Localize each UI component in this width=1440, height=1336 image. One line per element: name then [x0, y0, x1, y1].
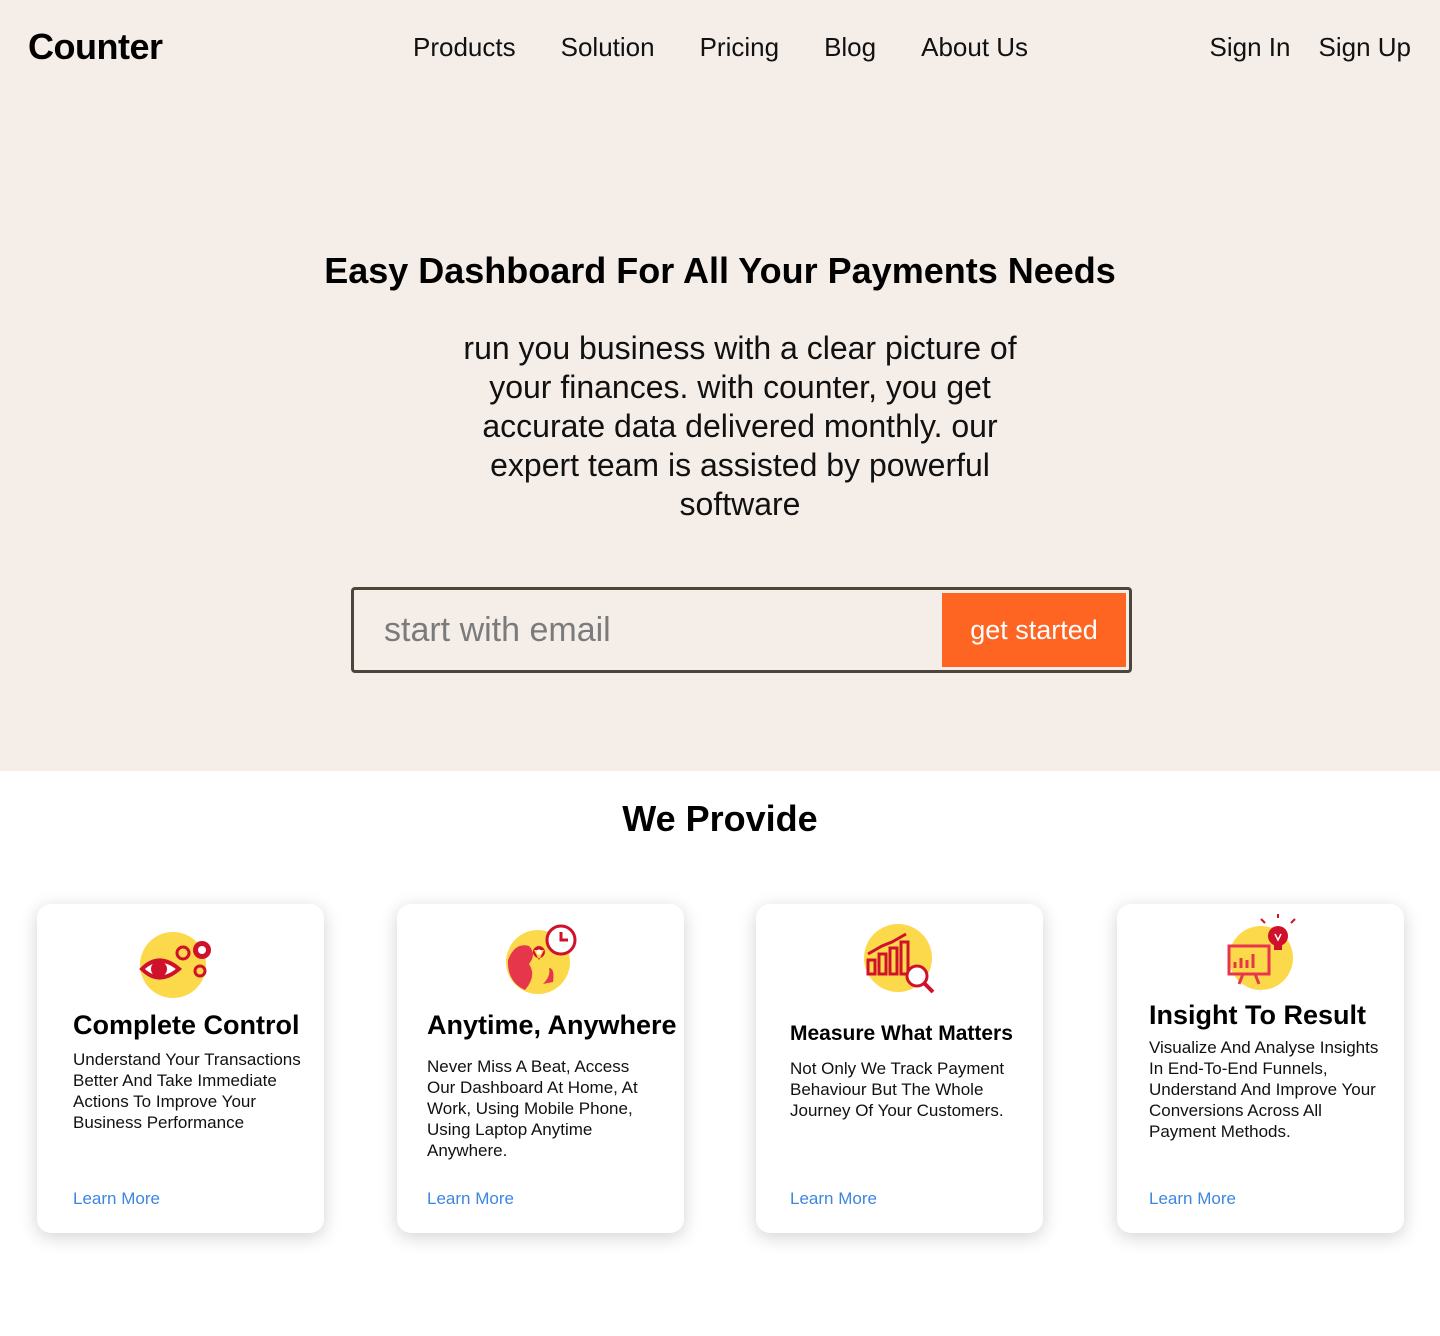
- nav-item-solution[interactable]: Solution: [561, 32, 655, 62]
- learn-more-link[interactable]: Learn More: [427, 1189, 514, 1209]
- card-title: Complete Control: [73, 1010, 300, 1040]
- nav-item-pricing[interactable]: Pricing: [700, 32, 779, 62]
- learn-more-link[interactable]: Learn More: [790, 1189, 877, 1209]
- sign-up-link[interactable]: Sign Up: [1319, 32, 1412, 62]
- nav-item-products[interactable]: Products: [413, 32, 516, 62]
- email-input[interactable]: [368, 596, 938, 664]
- auth-links: Sign In Sign Up: [1210, 32, 1411, 62]
- globe-location-clock-icon: [506, 924, 577, 994]
- card-title: Insight To Result: [1149, 1000, 1366, 1030]
- hero-description: run you business with a clear picture of…: [463, 330, 1017, 522]
- card-title: Anytime, Anywhere: [427, 1010, 677, 1040]
- presentation-lightbulb-icon: [1227, 914, 1296, 990]
- learn-more-link[interactable]: Learn More: [73, 1189, 160, 1209]
- hero-title: Easy Dashboard For All Your Payments Nee…: [324, 250, 1116, 291]
- card-text: Never Miss A Beat, Access Our Dashboard …: [427, 1057, 638, 1160]
- get-started-button[interactable]: get started: [942, 593, 1126, 667]
- card-text: Not Only We Track Payment Behaviour But …: [790, 1059, 1005, 1120]
- hero-section: Counter Products Solution Pricing Blog A…: [0, 0, 1440, 771]
- eye-gears-icon: [139, 932, 211, 998]
- card-title: Measure What Matters: [790, 1022, 1013, 1045]
- chart-magnifier-icon: [864, 924, 935, 994]
- feature-card-anytime-anywhere: Anytime, Anywhere Never Miss A Beat, Acc…: [397, 904, 684, 1233]
- email-signup-form: get started: [351, 587, 1132, 673]
- sign-in-link[interactable]: Sign In: [1210, 32, 1291, 62]
- feature-card-insight-to-result: Insight To Result Visualize And Analyse …: [1117, 904, 1404, 1233]
- feature-card-measure-what-matters: Measure What Matters Not Only We Track P…: [756, 904, 1043, 1233]
- main-nav: Products Solution Pricing Blog About Us: [413, 32, 1028, 62]
- logo[interactable]: Counter: [28, 26, 163, 68]
- learn-more-link[interactable]: Learn More: [1149, 1189, 1236, 1209]
- features-title: We Provide: [622, 798, 818, 839]
- card-text: Visualize And Analyse Insights In End-To…: [1149, 1038, 1379, 1141]
- nav-item-about-us[interactable]: About Us: [921, 32, 1028, 62]
- card-text: Understand Your Transactions Better And …: [73, 1050, 301, 1132]
- feature-card-complete-control: Complete Control Understand Your Transac…: [37, 904, 324, 1233]
- nav-item-blog[interactable]: Blog: [824, 32, 876, 62]
